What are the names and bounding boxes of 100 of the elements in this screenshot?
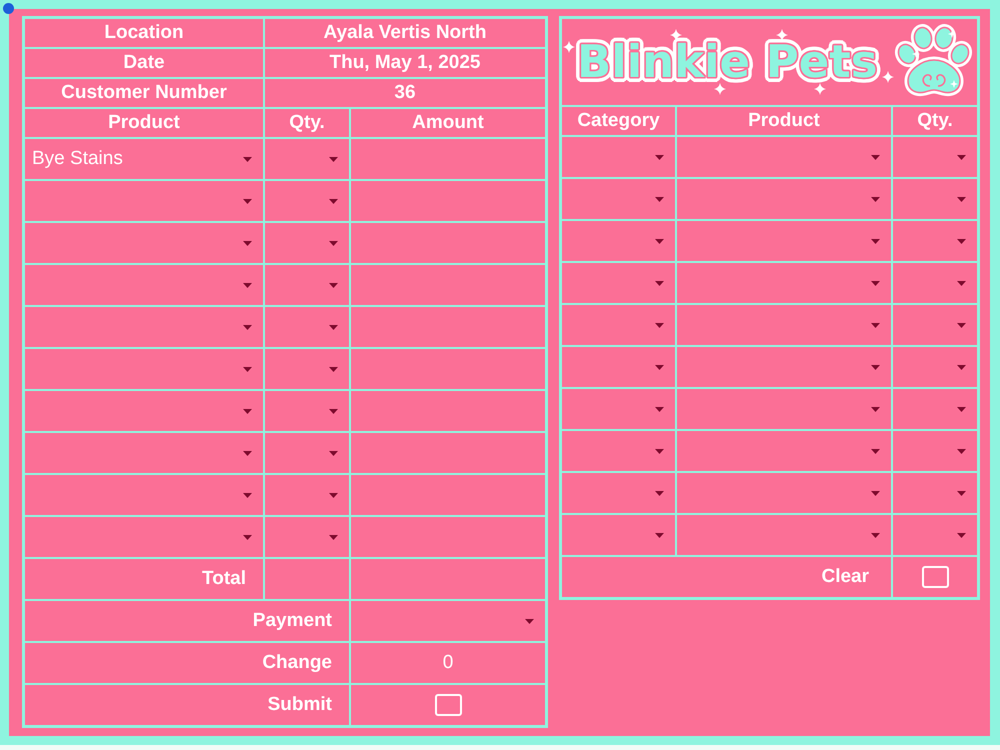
sparkle-icon — [882, 71, 894, 83]
caret-icon — [871, 238, 880, 244]
category-dropdown[interactable] — [562, 473, 675, 513]
product-dropdown[interactable] — [677, 347, 891, 387]
category-dropdown[interactable] — [562, 347, 675, 387]
caret-icon — [871, 490, 880, 496]
product-dropdown[interactable] — [677, 389, 891, 429]
quantity-dropdown[interactable] — [265, 223, 349, 263]
checkbox[interactable] — [434, 694, 462, 716]
checkbox[interactable] — [922, 566, 948, 588]
caret-icon — [243, 534, 252, 540]
product-dropdown[interactable] — [677, 431, 891, 471]
quantity-dropdown[interactable] — [893, 431, 977, 471]
total-label: Total — [25, 559, 263, 599]
product-dropdown[interactable] — [677, 305, 891, 345]
caret-icon — [957, 448, 966, 454]
quantity-dropdown[interactable] — [265, 349, 349, 389]
caret-icon — [329, 534, 338, 540]
caret-icon — [957, 490, 966, 496]
logo-text: Blinkie Pets — [577, 44, 878, 80]
quantity-dropdown[interactable] — [265, 307, 349, 347]
quantity-dropdown[interactable] — [893, 389, 977, 429]
product-dropdown[interactable] — [677, 221, 891, 261]
caret-icon — [957, 196, 966, 202]
product-dropdown[interactable] — [677, 263, 891, 303]
caret-icon — [655, 196, 664, 202]
quantity-dropdown[interactable] — [893, 473, 977, 513]
quantity-dropdown[interactable] — [893, 137, 977, 177]
quantity-dropdown[interactable] — [265, 391, 349, 431]
caret-icon — [655, 154, 664, 160]
caret-icon — [655, 532, 664, 538]
product-dropdown[interactable] — [25, 181, 263, 221]
product-dropdown[interactable] — [677, 179, 891, 219]
caret-icon — [243, 450, 252, 456]
caret-icon — [871, 196, 880, 202]
product-dropdown[interactable] — [25, 517, 263, 557]
caret-icon — [957, 406, 966, 412]
quantity-dropdown[interactable] — [265, 181, 349, 221]
caret-icon — [243, 156, 252, 162]
quantity-dropdown[interactable] — [893, 179, 977, 219]
caret-icon — [871, 280, 880, 286]
column-header: Qty. — [893, 107, 977, 135]
category-dropdown[interactable] — [562, 263, 675, 303]
caret-icon — [655, 490, 664, 496]
product-dropdown[interactable] — [25, 433, 263, 473]
product-dropdown[interactable] — [677, 515, 891, 555]
caret-icon — [957, 364, 966, 370]
product-dropdown[interactable] — [25, 391, 263, 431]
caret-icon — [243, 282, 252, 288]
selection-handle-icon[interactable] — [3, 3, 14, 14]
quantity-dropdown[interactable] — [893, 347, 977, 387]
caret-icon — [329, 282, 338, 288]
product-dropdown[interactable] — [25, 349, 263, 389]
product-dropdown[interactable] — [25, 223, 263, 263]
caret-icon — [329, 450, 338, 456]
payment-dropdown[interactable] — [351, 601, 545, 641]
quantity-dropdown[interactable] — [265, 265, 349, 305]
caret-icon — [329, 198, 338, 204]
category-dropdown[interactable] — [562, 431, 675, 471]
caret-icon — [957, 532, 966, 538]
quantity-dropdown[interactable] — [893, 221, 977, 261]
caret-icon — [655, 448, 664, 454]
caret-icon — [329, 408, 338, 414]
caret-icon — [525, 618, 534, 624]
sparkle-icon — [670, 29, 682, 41]
quantity-dropdown[interactable] — [265, 433, 349, 473]
sparkle-icon — [563, 41, 575, 53]
category-dropdown[interactable] — [562, 221, 675, 261]
caret-icon — [329, 156, 338, 162]
quantity-dropdown[interactable] — [265, 139, 349, 179]
caret-icon — [871, 364, 880, 370]
category-dropdown[interactable] — [562, 389, 675, 429]
sparkle-icon — [814, 83, 826, 95]
caret-icon — [243, 240, 252, 246]
caret-icon — [655, 238, 664, 244]
category-dropdown[interactable] — [562, 179, 675, 219]
category-dropdown[interactable] — [562, 137, 675, 177]
caret-icon — [655, 322, 664, 328]
quantity-dropdown[interactable] — [893, 305, 977, 345]
product-dropdown[interactable] — [25, 475, 263, 515]
product-dropdown[interactable] — [25, 307, 263, 347]
column-header: Qty. — [265, 109, 349, 137]
quantity-dropdown[interactable] — [265, 475, 349, 515]
caret-icon — [329, 324, 338, 330]
product-dropdown[interactable] — [677, 137, 891, 177]
product-dropdown[interactable] — [677, 473, 891, 513]
caret-icon — [329, 240, 338, 246]
category-dropdown[interactable] — [562, 305, 675, 345]
caret-icon — [655, 280, 664, 286]
category-dropdown[interactable] — [562, 515, 675, 555]
column-header: Product — [25, 109, 263, 137]
caret-icon — [243, 198, 252, 204]
quantity-dropdown[interactable] — [265, 517, 349, 557]
caret-icon — [243, 408, 252, 414]
quantity-dropdown[interactable] — [893, 515, 977, 555]
change-value: 0 — [351, 643, 545, 683]
product-dropdown[interactable]: Bye Stains — [25, 139, 263, 179]
caret-icon — [871, 154, 880, 160]
product-dropdown[interactable] — [25, 265, 263, 305]
quantity-dropdown[interactable] — [893, 263, 977, 303]
